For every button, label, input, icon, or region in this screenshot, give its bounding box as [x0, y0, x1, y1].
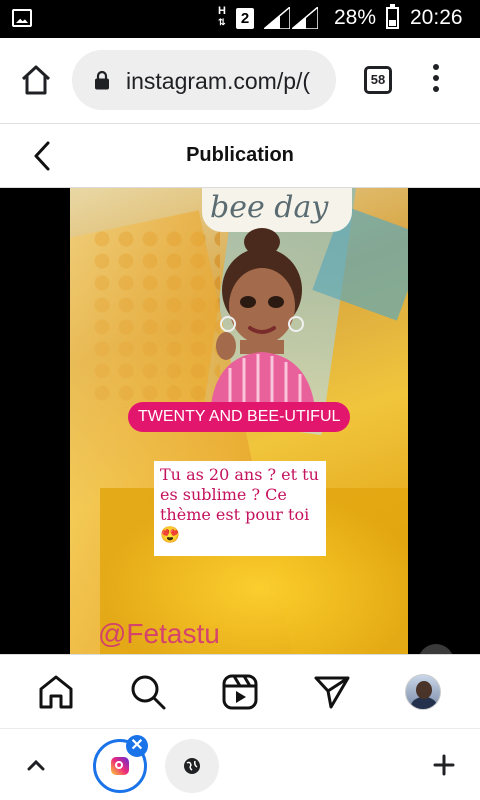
globe-icon	[184, 758, 200, 774]
browser-toolbar: instagram.com/p/( 58	[0, 38, 480, 124]
post-caption-box: Tu as 20 ans ? et tu es sublime ? Ce thè…	[154, 461, 326, 556]
close-tab-icon[interactable]: ✕	[126, 735, 148, 757]
post-caption-text: Tu as 20 ans ? et tu es sublime ? Ce thè…	[160, 465, 319, 544]
url-text: instagram.com/p/(	[126, 68, 311, 94]
address-bar[interactable]: instagram.com/p/(	[72, 50, 336, 110]
signal-strength-icon-2	[292, 7, 318, 29]
home-icon[interactable]	[18, 62, 54, 98]
battery-icon	[386, 4, 399, 29]
watermark-text: @Fetastu	[98, 618, 220, 649]
cup-text: bee day	[210, 190, 329, 225]
sim-slot-badge: 2	[236, 8, 254, 29]
browser-tab-strip: ✕	[0, 728, 480, 800]
chevron-up-icon[interactable]	[24, 753, 48, 777]
memoji-avatar	[210, 228, 316, 418]
new-tab-plus-icon[interactable]	[432, 753, 456, 777]
instagram-bottom-nav	[0, 654, 480, 728]
profile-avatar[interactable]	[405, 674, 441, 710]
network-type-indicator: H ⇅	[218, 5, 226, 28]
reels-icon[interactable]	[221, 673, 259, 711]
gallery-notification-icon	[12, 9, 32, 27]
page-title: Publication	[186, 144, 294, 166]
post-tag-label: TWENTY AND BEE-UTIFUL	[128, 402, 351, 432]
search-icon[interactable]	[129, 673, 167, 711]
home-icon[interactable]	[37, 673, 75, 711]
instagram-header: Publication	[0, 124, 480, 188]
post-media-area[interactable]: bee day @Fetastu TWENTY AND BEE-UTIFUL T…	[0, 188, 480, 654]
direct-message-icon[interactable]	[313, 673, 351, 711]
overflow-menu-icon[interactable]	[430, 64, 442, 96]
clock: 20:26	[410, 6, 463, 29]
lock-icon	[95, 70, 109, 90]
battery-percent: 28%	[334, 6, 377, 29]
tab-switcher-button[interactable]: 58	[364, 66, 392, 94]
tab-other-site[interactable]	[165, 739, 219, 793]
signal-strength-icon	[264, 7, 290, 29]
status-bar: H ⇅ 2 28% 20:26	[0, 0, 480, 38]
instagram-favicon-icon	[111, 757, 129, 775]
